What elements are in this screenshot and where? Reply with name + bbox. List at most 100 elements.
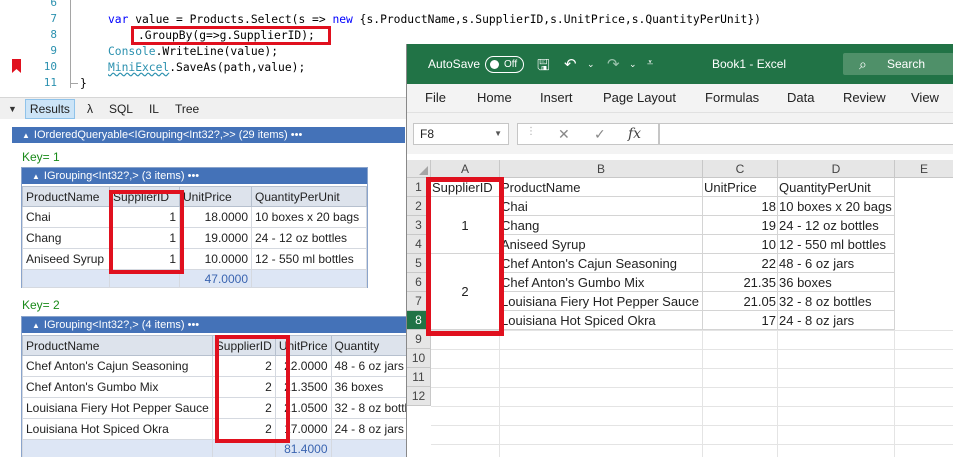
cell-c1[interactable]: UnitPrice: [703, 178, 778, 197]
select-all-icon: [419, 166, 428, 175]
cell: 32 - 8 oz bottles: [330, 397, 410, 419]
outer-group-header[interactable]: ▲ IOrderedQueryable<IGrouping<Int32?,>> (…: [12, 127, 405, 143]
cell: [251, 269, 367, 288]
cell: [22, 439, 213, 457]
autosave-toggle[interactable]: Off: [485, 56, 524, 73]
line-number: 11: [43, 76, 57, 89]
column-header[interactable]: Quantity: [330, 335, 410, 356]
cell-c7[interactable]: 21.05: [703, 292, 778, 311]
ribbon-tab-insert[interactable]: Insert: [540, 90, 573, 105]
cell: Aniseed Syrup: [22, 248, 110, 270]
cell-d3[interactable]: 24 - 12 oz bottles: [778, 216, 895, 235]
name-box[interactable]: F8 ▼: [413, 123, 509, 145]
results-table: ProductName SupplierID UnitPrice Quantit…: [22, 186, 367, 288]
ribbon-tab-page-layout[interactable]: Page Layout: [603, 90, 676, 105]
cell-d2[interactable]: 10 boxes x 20 bags: [778, 197, 895, 216]
cell-b6[interactable]: Chef Anton's Gumbo Mix: [500, 273, 703, 292]
formula-bar: F8 ▼ ⋮ ✕ ✓ fx: [407, 112, 953, 154]
highlight-box: [215, 335, 290, 443]
toggle-knob: [490, 60, 499, 69]
code-line-11: }: [80, 77, 87, 90]
undo-icon[interactable]: ↶: [564, 55, 577, 73]
cell-c5[interactable]: 22: [703, 254, 778, 273]
row-header[interactable]: 11: [407, 368, 431, 387]
cancel-icon[interactable]: ✕: [558, 126, 570, 143]
search-box[interactable]: ⌕ Search: [843, 53, 953, 75]
bookmark-icon[interactable]: [12, 59, 21, 73]
column-header[interactable]: ProductName: [22, 186, 110, 207]
cell-b7[interactable]: Louisiana Fiery Hot Pepper Sauce: [500, 292, 703, 311]
cell-c8[interactable]: 17: [703, 311, 778, 330]
ribbon-tab-view[interactable]: View: [911, 90, 939, 105]
tab-tree[interactable]: Tree: [171, 100, 203, 118]
inner-group-header[interactable]: ▲ IGrouping<Int32?,> (3 items) •••: [22, 168, 367, 184]
cell-b4[interactable]: Aniseed Syrup: [500, 235, 703, 254]
document-title: Book1 - Excel: [712, 57, 787, 71]
cell-c4[interactable]: 10: [703, 235, 778, 254]
gridline: [431, 349, 953, 350]
cell-b3[interactable]: Chang: [500, 216, 703, 235]
ribbon-tab-formulas[interactable]: Formulas: [705, 90, 759, 105]
cell: Chef Anton's Gumbo Mix: [22, 376, 213, 398]
enter-icon[interactable]: ✓: [594, 126, 606, 143]
gridline: [431, 406, 953, 407]
row-header[interactable]: 10: [407, 349, 431, 368]
ribbon-tab-data[interactable]: Data: [787, 90, 814, 105]
column-header-c[interactable]: C: [703, 160, 778, 178]
cell-c3[interactable]: 19: [703, 216, 778, 235]
cell: 24 - 8 oz jars: [330, 418, 410, 440]
cell-c2[interactable]: 18: [703, 197, 778, 216]
gridline: [431, 387, 953, 388]
cell-d7[interactable]: 32 - 8 oz bottles: [778, 292, 895, 311]
cell-c6[interactable]: 21.35: [703, 273, 778, 292]
cell: 10 boxes x 20 bags: [251, 206, 367, 228]
customize-qat-icon[interactable]: ⩡: [647, 57, 653, 70]
column-header-b[interactable]: B: [500, 160, 703, 178]
cell-d5[interactable]: 48 - 6 oz jars: [778, 254, 895, 273]
tab-results[interactable]: Results: [24, 98, 75, 119]
column-header[interactable]: UnitPrice: [179, 186, 252, 207]
tab-il[interactable]: IL: [145, 100, 163, 118]
column-header-e[interactable]: E: [895, 160, 953, 178]
results-panel: ▲ IOrderedQueryable<IGrouping<Int32?,>> (…: [0, 120, 410, 457]
tab-sql[interactable]: SQL: [105, 100, 137, 118]
cell-d8[interactable]: 24 - 8 oz jars: [778, 311, 895, 330]
line-number: 10: [43, 60, 57, 73]
code-text: .SaveAs(path,value);: [169, 61, 306, 74]
save-icon[interactable]: 🖫: [537, 55, 550, 80]
code-line-10: MiniExcel.SaveAs(path,value);: [108, 60, 305, 76]
tab-lambda[interactable]: λ: [83, 100, 97, 118]
collapse-icon[interactable]: ▼: [8, 104, 17, 114]
column-header-a[interactable]: A: [431, 160, 500, 178]
row-header[interactable]: 12: [407, 387, 431, 406]
inner-group-header[interactable]: ▲ IGrouping<Int32?,> (4 items) •••: [22, 317, 410, 333]
redo-icon[interactable]: ↷: [607, 55, 620, 73]
cell-b2[interactable]: Chai: [500, 197, 703, 216]
cell-d4[interactable]: 12 - 550 ml bottles: [778, 235, 895, 254]
cell-d1[interactable]: QuantityPerUnit: [778, 178, 895, 197]
function-icon[interactable]: fx: [628, 126, 641, 142]
cell-d6[interactable]: 36 boxes: [778, 273, 895, 292]
code-text: value = Products.Select(s =>: [128, 13, 333, 26]
chevron-down-icon[interactable]: ⌄: [629, 59, 637, 70]
ribbon-tab-home[interactable]: Home: [477, 90, 512, 105]
chevron-down-icon: ▼: [494, 129, 502, 138]
ribbon-tabs: File Home Insert Page Layout Formulas Da…: [407, 84, 953, 112]
table-row: Aniseed Syrup 1 10.0000 12 - 550 ml bott…: [22, 248, 367, 270]
column-header[interactable]: ProductName: [22, 335, 213, 356]
line-number: 8: [50, 28, 57, 41]
column-header[interactable]: QuantityPerUnit: [251, 186, 367, 207]
sum-row: 47.0000: [22, 269, 367, 288]
name-box-value: F8: [420, 127, 435, 141]
ribbon-tab-file[interactable]: File: [425, 90, 446, 105]
cell-b8[interactable]: Louisiana Hot Spiced Okra: [500, 311, 703, 330]
highlight-box: [131, 26, 331, 45]
code-type: MiniExcel: [108, 61, 170, 74]
formula-input[interactable]: [659, 123, 953, 145]
cell-b1[interactable]: ProductName: [500, 178, 703, 197]
column-header-d[interactable]: D: [778, 160, 895, 178]
cell-b5[interactable]: Chef Anton's Cajun Seasoning: [500, 254, 703, 273]
chevron-down-icon[interactable]: ⌄: [587, 59, 595, 70]
select-all-corner[interactable]: [407, 160, 431, 178]
ribbon-tab-review[interactable]: Review: [843, 90, 886, 105]
